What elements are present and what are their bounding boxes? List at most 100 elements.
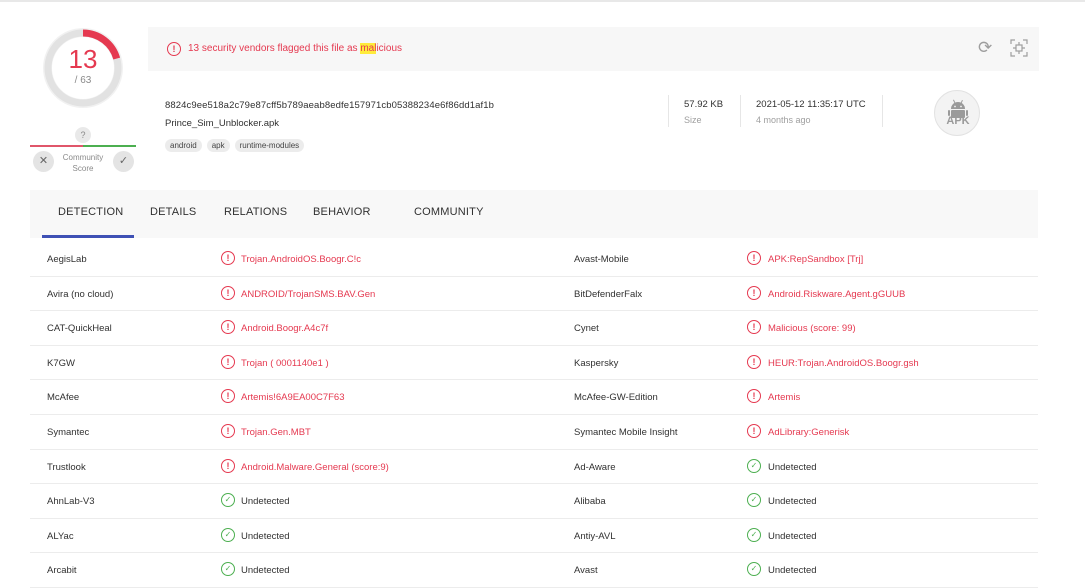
detection-result: Trojan.Gen.MBT (241, 426, 311, 438)
alert-icon: ! (221, 458, 235, 473)
detection-score-gauge: 13 / 63 (40, 25, 126, 111)
detection-row: K7GW! Trojan ( 0001140e1 ) Kaspersky! HEUR:… (30, 346, 1038, 381)
scan-date-relative: 4 months ago (756, 115, 811, 125)
divider (882, 95, 883, 127)
detection-row: McAfee! Artemis!6A9EA00C7F63 McAfee-GW-Edi… (30, 380, 1038, 415)
file-size: 57.92 KB (684, 99, 724, 110)
detection-result: Undetected (241, 530, 290, 542)
check-circle-icon: ✓ (747, 562, 761, 577)
file-size-label: Size (684, 115, 702, 125)
tab-behavior[interactable]: BEHAVIOR (313, 206, 371, 218)
vendor-name: Symantec (47, 426, 90, 438)
check-circle-icon: ✓ (747, 527, 761, 542)
detection-result: AdLibrary:Generisk (768, 426, 850, 438)
detection-row: Symantec! Trojan.Gen.MBT Symantec Mobile I… (30, 415, 1038, 450)
tab-community[interactable]: COMMUNITY (414, 206, 484, 218)
detection-row: AegisLab! Trojan.AndroidOS.Boogr.C!c Avast… (30, 242, 1038, 277)
vendor-name: ALYac (47, 530, 74, 542)
detection-row: CAT-QuickHeal! Android.Boogr.A4c7f Cynet! M… (30, 311, 1038, 346)
vendor-name: Avast (574, 565, 598, 577)
check-circle-icon: ✓ (221, 493, 235, 508)
report-tabs: DETECTION DETAILS RELATIONS BEHAVIOR COM… (30, 190, 1038, 238)
community-score-value: ? (75, 127, 91, 143)
vendor-name: BitDefenderFalx (574, 288, 643, 300)
alert-icon: ! (221, 423, 235, 438)
check-circle-icon: ✓ (221, 562, 235, 577)
detection-result: Undetected (768, 565, 817, 577)
active-tab-indicator (42, 235, 134, 238)
detection-result: Android.Boogr.A4c7f (241, 323, 329, 335)
tab-relations[interactable]: RELATIONS (224, 206, 287, 218)
alert-icon: ! (221, 251, 235, 265)
vendor-name: McAfee-GW-Edition (574, 392, 658, 404)
detection-row: ALYac ✓ Undetected Antiy-AVL ✓ Undetected (30, 519, 1038, 554)
alert-icon: ! (747, 354, 761, 369)
alert-icon: ! (221, 389, 235, 404)
alert-message: 13 security vendors flagged this file as… (188, 43, 403, 54)
refresh-icon[interactable]: ⟳ (978, 38, 992, 58)
vendor-name: Avast-Mobile (574, 254, 629, 265)
detection-result: ANDROID/TrojanSMS.BAV.Gen (241, 288, 376, 300)
scan-date: 2021-05-12 11:35:17 UTC (756, 99, 866, 110)
vendor-name: Arcabit (47, 565, 77, 577)
check-circle-icon: ✓ (221, 527, 235, 542)
vendor-name: CAT-QuickHeal (47, 323, 112, 335)
detection-table: AegisLab! Trojan.AndroidOS.Boogr.C!c Avast… (30, 242, 1038, 588)
file-type-badge: APK (934, 90, 980, 136)
detection-row: Arcabit ✓ Undetected Avast ✓ Undetected (30, 553, 1038, 588)
file-tags: android apk runtime-modules (165, 139, 305, 152)
alert-icon: ! (747, 320, 761, 335)
tab-detection[interactable]: DETECTION (58, 206, 123, 218)
detection-result: Artemis!6A9EA00C7F63 (241, 392, 345, 404)
detection-alert: ! 13 security vendors flagged this file … (148, 27, 1039, 71)
check-circle-icon: ✓ (747, 458, 761, 473)
check-icon[interactable]: ✓ (113, 151, 134, 172)
community-score-label: Community Score (62, 153, 104, 173)
vendor-name: Antiy-AVL (574, 530, 616, 542)
graph-icon[interactable] (1010, 39, 1028, 57)
file-name: Prince_Sim_Unblocker.apk (165, 118, 280, 129)
detection-result: APK:RepSandbox [Trj] (768, 254, 864, 265)
divider (740, 95, 741, 127)
divider (668, 95, 669, 127)
total-engines: / 63 (74, 75, 92, 86)
alert-icon: ! (747, 423, 761, 438)
detection-result: Android.Malware.General (score:9) (241, 461, 389, 473)
alert-icon: ! (221, 320, 235, 335)
check-circle-icon: ✓ (747, 493, 761, 508)
alert-icon: ! (167, 42, 181, 56)
alert-icon: ! (221, 354, 235, 369)
tab-details[interactable]: DETAILS (150, 206, 196, 218)
detection-result: Artemis (768, 392, 801, 404)
close-icon[interactable]: ✕ (33, 151, 54, 172)
vendor-name: AhnLab-V3 (47, 496, 95, 508)
detection-result: Undetected (241, 496, 290, 508)
file-tag[interactable]: apk (206, 139, 230, 152)
vendor-name: Kaspersky (574, 357, 619, 369)
detection-result: Trojan ( 0001140e1 ) (241, 357, 329, 369)
alert-icon: ! (747, 251, 761, 265)
detection-row: Trustlook! Android.Malware.General (score… (30, 450, 1038, 485)
file-type-label: APK (946, 115, 970, 127)
detection-result: Undetected (768, 530, 817, 542)
file-hash[interactable]: 8824c9ee518a2c79e87cff5b789aeab8edfe1579… (165, 100, 494, 111)
detection-row: AhnLab-V3 ✓ Undetected Alibaba ✓ Undetected (30, 484, 1038, 519)
detection-result: Undetected (768, 461, 817, 473)
detection-result: Undetected (768, 496, 817, 508)
file-tag[interactable]: android (165, 139, 202, 152)
vendor-name: Avira (no cloud) (47, 288, 114, 300)
alert-icon: ! (747, 285, 761, 300)
detection-result: Android.Riskware.Agent.gGUUB (768, 288, 906, 300)
detection-row: Avira (no cloud)! ANDROID/TrojanSMS.BAV.G… (30, 277, 1038, 312)
vendor-name: AegisLab (47, 254, 87, 265)
alert-icon: ! (221, 285, 235, 300)
file-summary-panel: ! 13 security vendors flagged this file … (148, 27, 1039, 169)
vendor-name: Trustlook (47, 461, 86, 473)
vendor-name: Cynet (574, 323, 599, 335)
vendor-name: McAfee (47, 392, 80, 404)
vendor-name: Ad-Aware (574, 461, 616, 473)
community-score-bar (30, 145, 136, 147)
file-tag[interactable]: runtime-modules (234, 139, 305, 152)
vendor-name: Alibaba (574, 496, 606, 508)
detected-count: 13 (68, 44, 98, 74)
